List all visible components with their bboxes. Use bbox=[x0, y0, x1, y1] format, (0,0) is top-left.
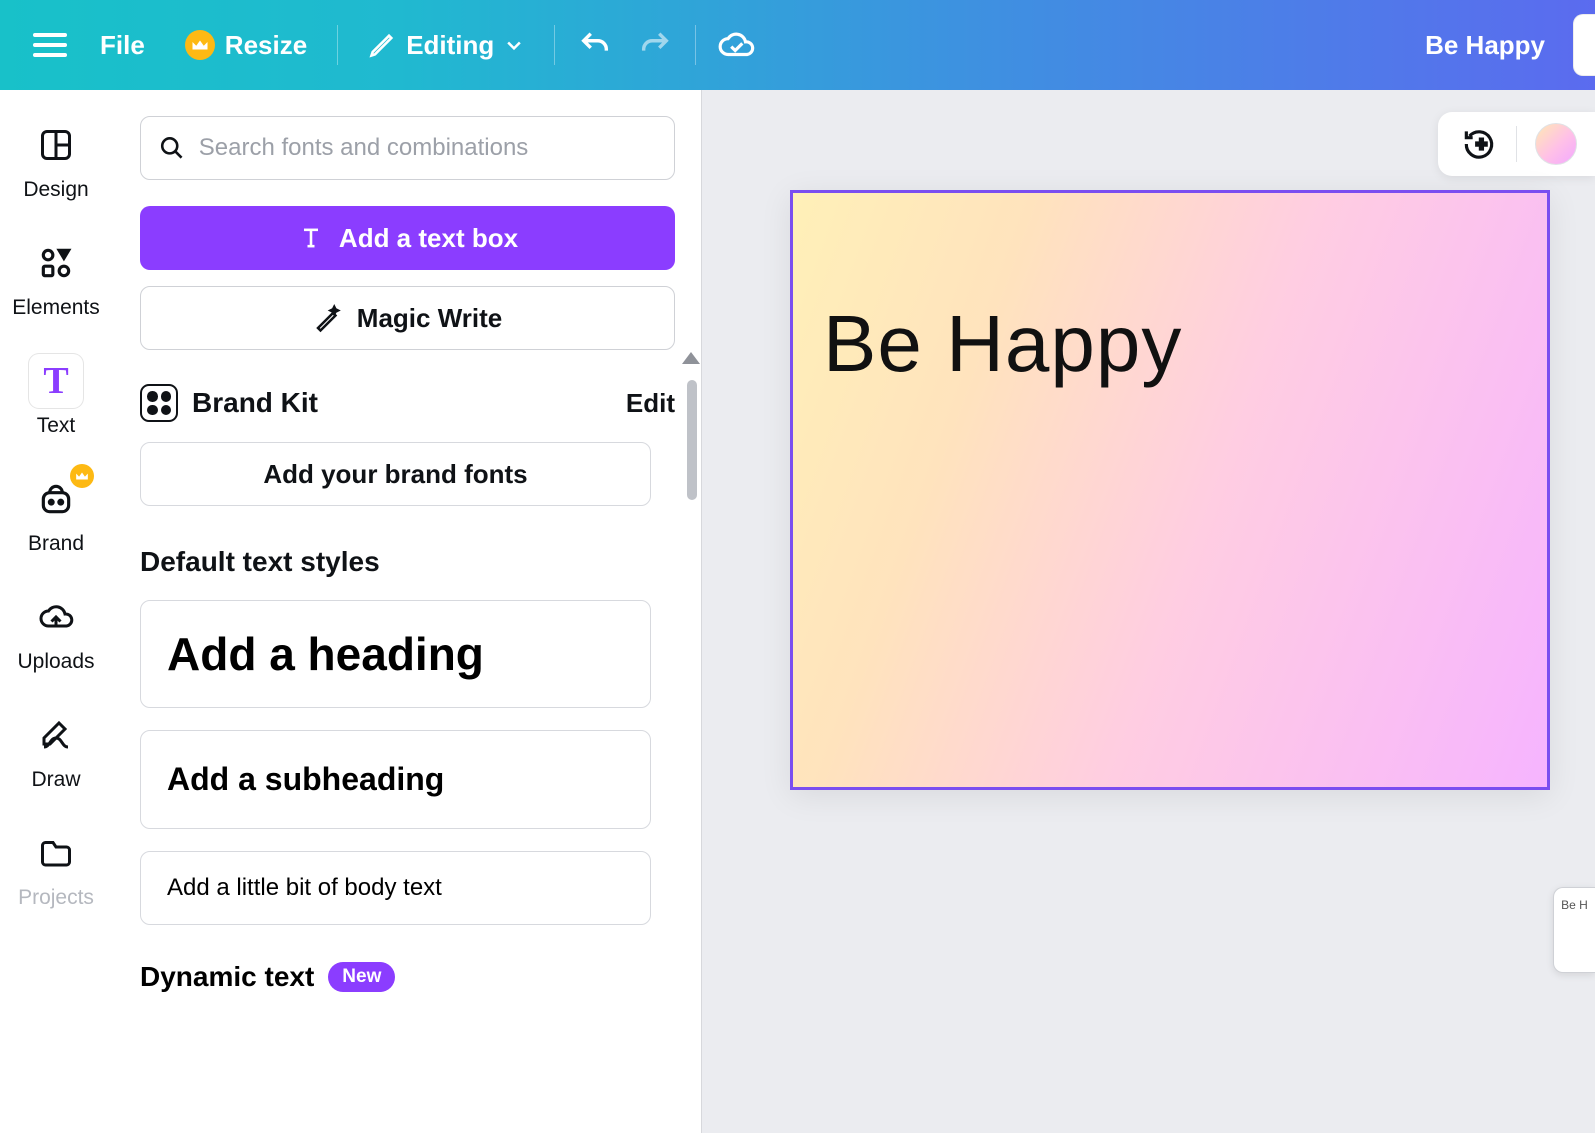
draw-icon bbox=[38, 717, 74, 753]
nav-label: Uploads bbox=[17, 650, 94, 674]
nav-label: Elements bbox=[12, 296, 100, 320]
page-thumbnail-preview[interactable]: Be H bbox=[1553, 887, 1595, 973]
nav-item-brand[interactable]: Brand bbox=[0, 458, 112, 566]
resize-button[interactable]: Resize bbox=[165, 20, 327, 71]
file-label: File bbox=[100, 30, 145, 61]
add-body-text-card[interactable]: Add a little bit of body text bbox=[140, 851, 651, 925]
right-panel-peek bbox=[1573, 14, 1595, 76]
undo-icon bbox=[578, 28, 612, 62]
editing-label: Editing bbox=[406, 30, 494, 61]
dynamic-text-row: Dynamic text New bbox=[140, 961, 675, 993]
scrollbar-thumb[interactable] bbox=[687, 380, 697, 500]
brand-kit-row: Brand Kit Edit bbox=[140, 384, 675, 422]
canvas-text-element[interactable]: Be Happy bbox=[823, 298, 1182, 390]
add-subheading-card[interactable]: Add a subheading bbox=[140, 730, 651, 829]
undo-button[interactable] bbox=[565, 15, 625, 75]
nav-item-design[interactable]: Design bbox=[0, 104, 112, 212]
nav-item-projects[interactable]: Projects bbox=[0, 812, 112, 920]
brand-kit-label: Brand Kit bbox=[192, 387, 318, 419]
redo-icon bbox=[638, 28, 672, 62]
mini-preview-text: Be H bbox=[1561, 898, 1588, 912]
brand-kit-edit-link[interactable]: Edit bbox=[626, 388, 675, 419]
search-input[interactable] bbox=[199, 134, 656, 162]
text-panel: Add a text box Magic Write Brand Kit Edi… bbox=[112, 90, 702, 1133]
layout-icon bbox=[38, 127, 74, 163]
subheading-card-label: Add a subheading bbox=[167, 761, 444, 797]
text-icon: T bbox=[43, 362, 68, 400]
toolbar-divider bbox=[695, 25, 696, 65]
crown-icon bbox=[185, 30, 215, 60]
toolbar-divider bbox=[1516, 126, 1517, 162]
main-menu-button[interactable] bbox=[20, 15, 80, 75]
text-box-icon bbox=[297, 224, 325, 252]
hamburger-icon bbox=[33, 33, 67, 57]
canvas-page[interactable]: Be Happy bbox=[790, 190, 1550, 790]
body-card-label: Add a little bit of body text bbox=[167, 874, 442, 901]
search-input-container[interactable] bbox=[140, 116, 675, 180]
nav-label: Text bbox=[37, 414, 76, 438]
cloud-sync-button[interactable] bbox=[706, 15, 766, 75]
cloud-upload-icon bbox=[38, 599, 74, 635]
shapes-icon bbox=[37, 244, 75, 282]
new-badge: New bbox=[328, 962, 395, 992]
brand-hub-icon bbox=[37, 480, 75, 518]
nav-label: Projects bbox=[18, 886, 94, 910]
canvas-area[interactable]: + Be Happy Be H bbox=[702, 90, 1595, 1133]
add-heading-card[interactable]: Add a heading bbox=[140, 600, 651, 708]
nav-item-text[interactable]: T Text bbox=[0, 340, 112, 448]
magic-write-label: Magic Write bbox=[357, 303, 502, 334]
nav-item-elements[interactable]: Elements bbox=[0, 222, 112, 330]
heading-card-label: Add a heading bbox=[167, 628, 484, 680]
nav-item-draw[interactable]: Draw bbox=[0, 694, 112, 802]
nav-label: Design bbox=[23, 178, 88, 202]
search-icon bbox=[159, 134, 185, 162]
canvas-floating-toolbar: + bbox=[1438, 112, 1595, 176]
panel-scrollbar[interactable] bbox=[687, 360, 697, 590]
dynamic-text-label: Dynamic text bbox=[140, 961, 314, 993]
toolbar-divider bbox=[554, 25, 555, 65]
animate-button[interactable]: + bbox=[1460, 125, 1498, 163]
redo-button[interactable] bbox=[625, 15, 685, 75]
nav-rail: Design Elements T Text Brand bbox=[0, 90, 112, 1133]
top-toolbar: File Resize Editing Be Happy bbox=[0, 0, 1595, 90]
crown-icon bbox=[70, 464, 94, 488]
magic-write-icon bbox=[313, 303, 343, 333]
default-text-styles-heading: Default text styles bbox=[140, 546, 675, 578]
chevron-down-icon bbox=[504, 35, 524, 55]
toolbar-divider bbox=[337, 25, 338, 65]
svg-text:+: + bbox=[1476, 134, 1487, 155]
add-brand-fonts-button[interactable]: Add your brand fonts bbox=[140, 442, 651, 506]
editing-mode-dropdown[interactable]: Editing bbox=[348, 20, 544, 71]
folder-icon bbox=[38, 835, 74, 871]
nav-item-uploads[interactable]: Uploads bbox=[0, 576, 112, 684]
pencil-icon bbox=[368, 31, 396, 59]
magic-write-button[interactable]: Magic Write bbox=[140, 286, 675, 350]
background-color-swatch[interactable] bbox=[1535, 123, 1577, 165]
nav-label: Brand bbox=[28, 532, 84, 556]
add-brand-fonts-label: Add your brand fonts bbox=[263, 459, 527, 490]
file-menu[interactable]: File bbox=[80, 20, 165, 71]
nav-label: Draw bbox=[31, 768, 80, 792]
add-text-box-button[interactable]: Add a text box bbox=[140, 206, 675, 270]
brand-kit-icon bbox=[140, 384, 178, 422]
add-text-box-label: Add a text box bbox=[339, 223, 518, 254]
cloud-check-icon bbox=[717, 26, 755, 64]
animate-icon: + bbox=[1460, 125, 1498, 163]
main-area: Design Elements T Text Brand bbox=[0, 90, 1595, 1133]
document-title[interactable]: Be Happy bbox=[1425, 30, 1575, 61]
resize-label: Resize bbox=[225, 30, 307, 61]
